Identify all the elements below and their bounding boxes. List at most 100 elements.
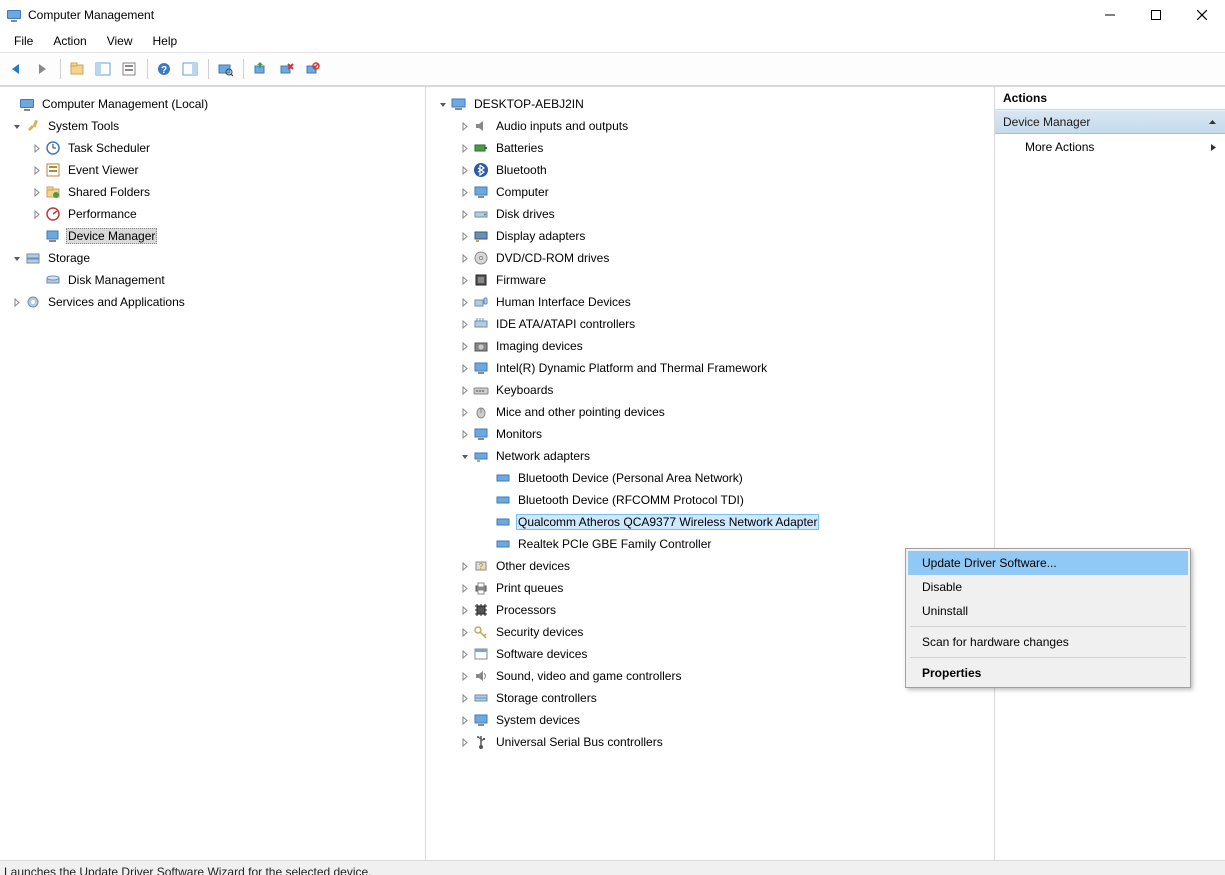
- expand-arrow[interactable]: [30, 207, 44, 221]
- expand-arrow[interactable]: [458, 669, 472, 683]
- help-button[interactable]: ?: [152, 57, 176, 81]
- cat-audio[interactable]: Audio inputs and outputs: [432, 115, 994, 137]
- expand-arrow[interactable]: [30, 141, 44, 155]
- device-label: Bluetooth Device (RFCOMM Protocol TDI): [516, 492, 746, 508]
- maximize-button[interactable]: [1133, 0, 1179, 30]
- expand-arrow[interactable]: [458, 603, 472, 617]
- cat-system-devices[interactable]: System devices: [432, 709, 994, 731]
- device-label: Display adapters: [494, 228, 587, 244]
- cat-batteries[interactable]: Batteries: [432, 137, 994, 159]
- cat-disk-drives[interactable]: Disk drives: [432, 203, 994, 225]
- cat-monitors[interactable]: Monitors: [432, 423, 994, 445]
- tree-services-apps[interactable]: Services and Applications: [0, 291, 425, 313]
- cat-hid[interactable]: Human Interface Devices: [432, 291, 994, 313]
- expand-arrow[interactable]: [458, 647, 472, 661]
- expand-arrow[interactable]: [458, 713, 472, 727]
- show-hide-tree-button[interactable]: [91, 57, 115, 81]
- expand-arrow-open[interactable]: [436, 97, 450, 111]
- expand-arrow[interactable]: [458, 383, 472, 397]
- expand-arrow[interactable]: [458, 625, 472, 639]
- keyboard-icon: [472, 382, 490, 398]
- expand-arrow[interactable]: [30, 185, 44, 199]
- up-button[interactable]: [65, 57, 89, 81]
- cat-ide[interactable]: IDE ATA/ATAPI controllers: [432, 313, 994, 335]
- expand-arrow[interactable]: [458, 581, 472, 595]
- cat-network-adapters[interactable]: Network adapters: [432, 445, 994, 467]
- network-adapter-icon: [494, 492, 512, 508]
- monitor-icon: [472, 184, 490, 200]
- tree-storage[interactable]: Storage: [0, 247, 425, 269]
- expand-arrow[interactable]: [458, 207, 472, 221]
- menu-help[interactable]: Help: [143, 32, 188, 50]
- device-label: Software devices: [494, 646, 589, 662]
- actions-more-actions[interactable]: More Actions: [995, 134, 1225, 160]
- cat-dvd[interactable]: DVD/CD-ROM drives: [432, 247, 994, 269]
- titlebar: Computer Management: [0, 0, 1225, 30]
- expand-arrow-open[interactable]: [10, 119, 24, 133]
- expand-arrow[interactable]: [458, 405, 472, 419]
- net-qca9377[interactable]: Qualcomm Atheros QCA9377 Wireless Networ…: [432, 511, 994, 533]
- expand-arrow[interactable]: [458, 273, 472, 287]
- tree-root-local[interactable]: Computer Management (Local): [0, 93, 425, 115]
- computer-mgmt-icon: [18, 96, 36, 112]
- cat-bluetooth[interactable]: Bluetooth: [432, 159, 994, 181]
- cat-keyboards[interactable]: Keyboards: [432, 379, 994, 401]
- expand-arrow-open[interactable]: [10, 251, 24, 265]
- menu-file[interactable]: File: [4, 32, 43, 50]
- minimize-button[interactable]: [1087, 0, 1133, 30]
- back-button[interactable]: [4, 57, 28, 81]
- close-button[interactable]: [1179, 0, 1225, 30]
- scan-hardware-button[interactable]: [213, 57, 237, 81]
- cat-computer[interactable]: Computer: [432, 181, 994, 203]
- properties-button[interactable]: [117, 57, 141, 81]
- cat-storage-controllers[interactable]: Storage controllers: [432, 687, 994, 709]
- tree-shared-folders[interactable]: Shared Folders: [0, 181, 425, 203]
- expand-arrow[interactable]: [458, 691, 472, 705]
- tree-task-scheduler[interactable]: Task Scheduler: [0, 137, 425, 159]
- expand-arrow[interactable]: [458, 559, 472, 573]
- cat-usb-controllers[interactable]: Universal Serial Bus controllers: [432, 731, 994, 753]
- expand-arrow[interactable]: [458, 251, 472, 265]
- expand-arrow-open[interactable]: [458, 449, 472, 463]
- tree-system-tools[interactable]: System Tools: [0, 115, 425, 137]
- ctx-properties[interactable]: Properties: [908, 661, 1188, 685]
- expand-arrow[interactable]: [458, 163, 472, 177]
- tree-performance[interactable]: Performance: [0, 203, 425, 225]
- cat-firmware[interactable]: Firmware: [432, 269, 994, 291]
- actions-section-device-manager[interactable]: Device Manager: [995, 110, 1225, 134]
- expand-arrow[interactable]: [458, 119, 472, 133]
- ctx-update-driver[interactable]: Update Driver Software...: [908, 551, 1188, 575]
- net-bt-rfcomm[interactable]: Bluetooth Device (RFCOMM Protocol TDI): [432, 489, 994, 511]
- update-driver-button[interactable]: [248, 57, 272, 81]
- tree-event-viewer[interactable]: Event Viewer: [0, 159, 425, 181]
- expand-arrow[interactable]: [458, 427, 472, 441]
- cat-mice[interactable]: Mice and other pointing devices: [432, 401, 994, 423]
- expand-arrow[interactable]: [458, 185, 472, 199]
- device-root[interactable]: DESKTOP-AEBJ2IN: [432, 93, 994, 115]
- cat-imaging[interactable]: Imaging devices: [432, 335, 994, 357]
- cat-intel-dptf[interactable]: Intel(R) Dynamic Platform and Thermal Fr…: [432, 357, 994, 379]
- uninstall-button[interactable]: [274, 57, 298, 81]
- tree-device-manager[interactable]: Device Manager: [0, 225, 425, 247]
- disable-button[interactable]: [300, 57, 324, 81]
- cat-display-adapters[interactable]: Display adapters: [432, 225, 994, 247]
- ctx-uninstall[interactable]: Uninstall: [908, 599, 1188, 623]
- device-label: Print queues: [494, 580, 565, 596]
- expand-arrow[interactable]: [458, 295, 472, 309]
- expand-arrow[interactable]: [458, 141, 472, 155]
- menu-view[interactable]: View: [97, 32, 143, 50]
- tree-disk-management[interactable]: Disk Management: [0, 269, 425, 291]
- expand-arrow[interactable]: [458, 339, 472, 353]
- expand-arrow[interactable]: [10, 295, 24, 309]
- expand-arrow[interactable]: [458, 229, 472, 243]
- expand-arrow[interactable]: [458, 361, 472, 375]
- expand-arrow[interactable]: [458, 317, 472, 331]
- menu-action[interactable]: Action: [43, 32, 96, 50]
- expand-arrow[interactable]: [458, 735, 472, 749]
- expand-arrow[interactable]: [30, 163, 44, 177]
- ctx-scan-hardware[interactable]: Scan for hardware changes: [908, 630, 1188, 654]
- show-hide-action-pane-button[interactable]: [178, 57, 202, 81]
- forward-button[interactable]: [30, 57, 54, 81]
- net-bt-pan[interactable]: Bluetooth Device (Personal Area Network): [432, 467, 994, 489]
- ctx-disable[interactable]: Disable: [908, 575, 1188, 599]
